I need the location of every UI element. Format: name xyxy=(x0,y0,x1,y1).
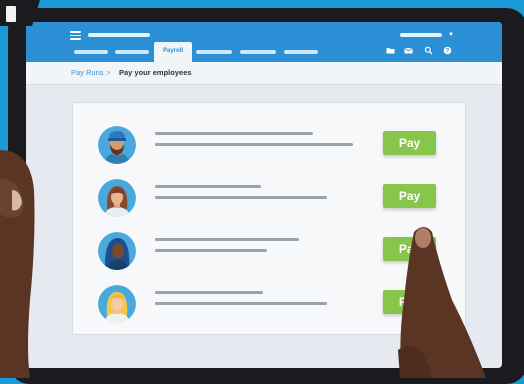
device-corner-bezel xyxy=(0,0,40,26)
